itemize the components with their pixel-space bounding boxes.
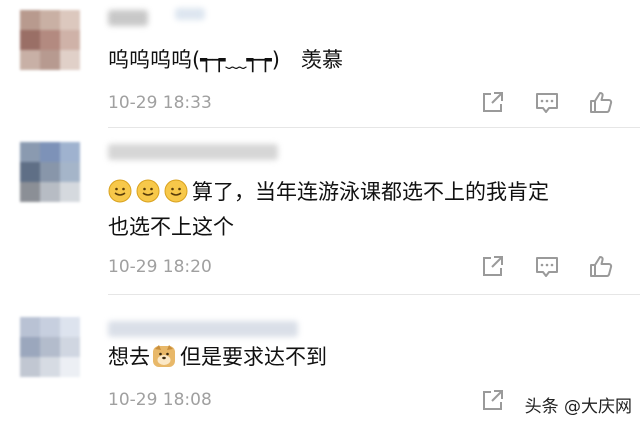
comment-text: 想去 但是要求达不到 [108,339,327,375]
comment-text: 算了，当年连游泳课都选不上的我肯定 [192,180,549,204]
comment-text-before: 想去 [108,345,150,369]
username-blurred[interactable] [108,321,298,337]
comment-actions [480,254,614,278]
watermark: 头条 @大庆网 [524,397,632,417]
smile-emoji-icon [108,179,132,203]
comment-time: 10-29 18:20 [108,257,212,277]
comment-text: 呜呜呜呜(┭┮﹏┭┮) 羡慕 [108,48,343,72]
doge-emoji-icon [153,345,175,367]
avatar[interactable] [20,10,80,70]
avatar[interactable] [20,142,80,202]
comment-icon[interactable] [534,254,560,278]
share-icon[interactable] [480,388,506,412]
divider [108,127,640,128]
share-icon[interactable] [480,90,506,114]
comment-actions [480,388,506,412]
comment-time: 10-29 18:08 [108,390,212,410]
like-icon[interactable] [588,254,614,278]
smile-emoji-icon [136,179,160,203]
username-blurred[interactable] [108,10,148,26]
avatar[interactable] [20,317,80,377]
comment-text-line1: 算了，当年连游泳课都选不上的我肯定 [108,174,549,210]
username-blurred-accent [175,8,205,20]
comment-actions [480,90,614,114]
comment-item: 算了，当年连游泳课都选不上的我肯定 也选不上这个 10-29 18:20 [0,130,640,295]
username-blurred[interactable] [108,144,278,160]
like-icon[interactable] [588,90,614,114]
comment-item: 呜呜呜呜(┭┮﹏┭┮) 羡慕 10-29 18:33 [0,0,640,130]
smile-emoji-icon [164,179,188,203]
comment-text-after: 但是要求达不到 [180,345,327,369]
share-icon[interactable] [480,254,506,278]
comment-text-line2: 也选不上这个 [108,215,234,239]
comment-time: 10-29 18:33 [108,93,212,113]
comment-icon[interactable] [534,90,560,114]
